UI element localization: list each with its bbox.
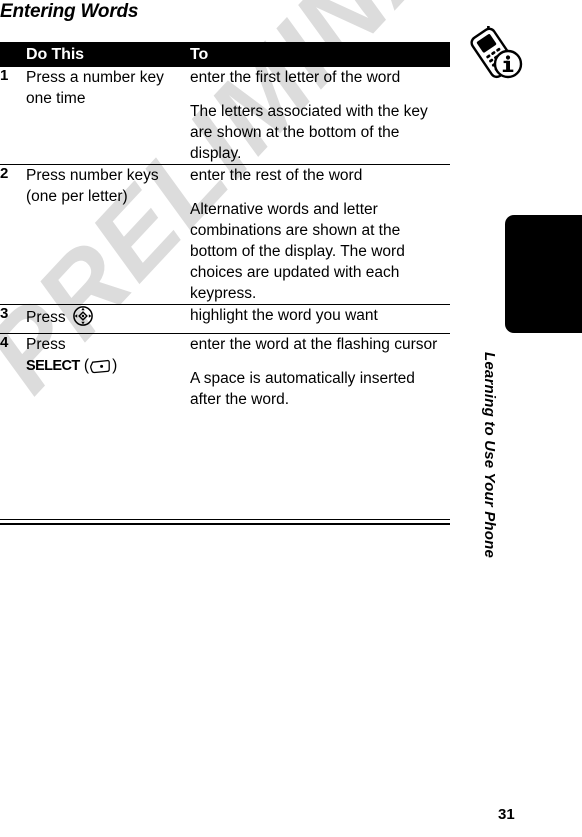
column-header-do-this: Do This [26,46,84,63]
step-result-text: enter the word at the flashing cursor [190,336,438,353]
paren-open: ( [79,357,90,374]
step-result-note: A space is automatically inserted after … [190,370,415,408]
step-action-text: Press a number key one time [26,69,164,107]
step-result-text: highlight the word you want [190,307,378,324]
step-result-note: The letters associated with the key are … [190,103,428,162]
step-result-text: enter the rest of the word [190,167,363,184]
phone-info-icon [468,19,530,84]
step-result: enter the word at the flashing cursor A … [190,334,450,411]
step-number: 4 [0,334,9,351]
step-action-text: Press [26,309,70,326]
column-header-to: To [190,46,209,63]
step-number: 3 [0,305,9,322]
step-result: highlight the word you want [190,305,450,334]
chapter-title: Learning to Use Your Phone [481,352,498,559]
step-action: Press SELECT ( ) [26,334,190,411]
page-title: Entering Words [0,1,139,22]
step-action-text-with-icon: Press [26,305,190,333]
step-number: 1 [0,67,9,84]
rule-line-bottom [0,523,450,525]
step-action: Press [26,305,190,334]
table-row: 4 Press SELECT ( ) enter the word at the… [0,334,450,411]
step-action-text-with-softkey: Press SELECT ( ) [26,334,190,380]
paren-close: ) [112,357,118,374]
table-row: 2 Press number keys (one per letter) ent… [0,165,450,305]
navigation-key-icon [72,305,94,333]
step-number: 2 [0,165,9,182]
column-header-number [0,42,26,67]
step-result-text: enter the first letter of the word [190,69,401,86]
table-row: 1 Press a number key one time enter the … [0,67,450,165]
table-row: 3 Press highlight the word you want [0,305,450,334]
table-body: 1 Press a number key one time enter the … [0,67,450,410]
softkey-label: SELECT [26,358,80,374]
steps-table: Do This To 1 Press a number key one time… [0,42,450,410]
step-result: enter the first letter of the word The l… [190,67,450,165]
table-header-row: Do This To [0,42,450,67]
left-soft-key-icon [90,359,111,380]
table-bottom-double-rule [0,519,450,525]
step-result: enter the rest of the word Alternative w… [190,165,450,305]
chapter-tab [505,215,582,333]
step-action-text: Press number keys (one per letter) [26,167,159,205]
chapter-sidebar: Learning to Use Your Phone [460,0,582,837]
step-action: Press a number key one time [26,67,190,165]
step-action: Press number keys (one per letter) [26,165,190,305]
step-action-text: Press [26,336,66,353]
table-header: Do This To [0,42,450,67]
step-result-note: Alternative words and letter combination… [190,201,405,302]
